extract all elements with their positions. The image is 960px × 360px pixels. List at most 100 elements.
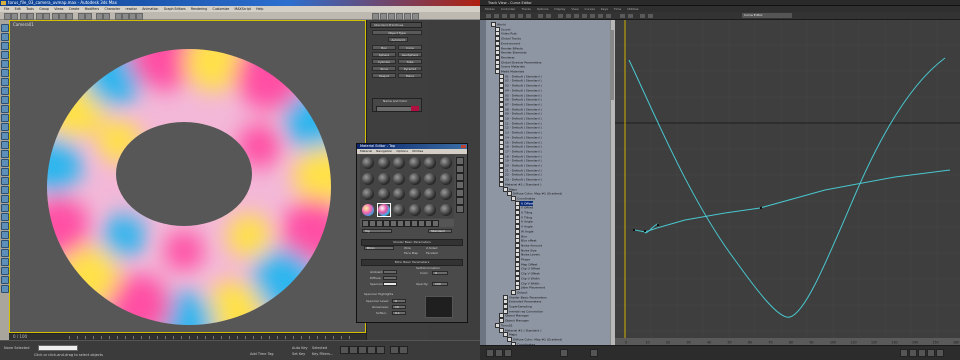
ce-menu-options[interactable]: Options [537, 7, 549, 11]
sample-slot[interactable] [362, 172, 374, 185]
self-illum-color-checkbox[interactable]: Color [420, 271, 428, 275]
parameter-out-of-range-icon[interactable] [640, 14, 645, 18]
menu-edit[interactable]: Edit [15, 7, 21, 11]
ce-menu-view[interactable]: View [571, 7, 578, 11]
torus-object[interactable] [44, 46, 334, 328]
tangent-fast-icon[interactable] [574, 14, 579, 18]
hierarchy-panel-icon[interactable] [388, 13, 395, 20]
two-sided-checkbox[interactable]: 2-Sided [426, 246, 437, 250]
select-icon[interactable] [36, 13, 43, 20]
key-stats-field[interactable] [560, 349, 568, 357]
show-end-result-icon[interactable] [418, 220, 425, 227]
tool-icon[interactable] [1, 69, 9, 77]
sample-slot[interactable] [408, 203, 421, 216]
track-bar[interactable] [69, 336, 356, 339]
curve-key[interactable] [644, 230, 646, 232]
mirror-icon[interactable] [96, 13, 103, 20]
tool-icon[interactable] [1, 195, 9, 203]
filter-selected-icon[interactable] [504, 349, 512, 357]
sample-slot[interactable] [424, 203, 436, 216]
specular-level-spinner[interactable]: 0 [392, 299, 406, 303]
sample-uv-tiling-icon[interactable] [456, 181, 464, 189]
go-forward-sibling-icon[interactable] [432, 220, 439, 227]
tool-icon[interactable] [1, 78, 9, 86]
close-icon[interactable] [461, 145, 466, 148]
tool-icon[interactable] [1, 123, 9, 131]
teapot-button[interactable]: Teapot [372, 73, 396, 78]
material-id-icon[interactable] [404, 220, 411, 227]
tool-icon[interactable] [1, 249, 9, 257]
tool-icon[interactable] [1, 276, 9, 284]
viewport-label[interactable]: Camera01 [13, 22, 34, 27]
filter-icon[interactable] [486, 14, 491, 18]
sample-slot[interactable] [439, 157, 452, 169]
ce-menu-modes[interactable]: Modes [485, 7, 495, 11]
cylinder-button[interactable]: Cylinder [372, 59, 396, 64]
menu-help[interactable]: Help [256, 7, 263, 11]
angle-snap-icon[interactable] [85, 13, 92, 20]
tool-icon[interactable] [1, 150, 9, 158]
sample-slot[interactable] [408, 172, 421, 185]
menu-create[interactable]: Create [69, 7, 80, 11]
tangent-step-icon[interactable] [590, 14, 595, 18]
slide-keys-icon[interactable] [502, 14, 507, 18]
lock-selection-icon[interactable] [620, 14, 625, 18]
scale-values-icon[interactable] [518, 14, 523, 18]
menu-file[interactable]: File [4, 7, 9, 11]
sample-slot[interactable] [377, 172, 390, 185]
sample-slot[interactable] [393, 203, 405, 216]
snap-frames-icon[interactable] [628, 14, 633, 18]
zoom-icon[interactable] [927, 349, 935, 357]
zoom-selected-icon[interactable] [486, 349, 494, 357]
self-illum-value-spinner[interactable]: 0 [432, 271, 448, 275]
menu-utilities[interactable]: Utilities [412, 149, 423, 153]
zoom-horizontal-extents-icon[interactable] [909, 349, 917, 357]
tangent-smooth-icon[interactable] [606, 14, 611, 18]
display-panel-icon[interactable] [404, 13, 411, 20]
ce-menu-time[interactable]: Time [614, 7, 621, 11]
reduce-keys-icon[interactable] [546, 14, 551, 18]
assign-material-icon[interactable] [376, 220, 383, 227]
sample-slot[interactable] [424, 188, 436, 200]
cone-button[interactable]: Cone [398, 45, 422, 50]
key-window[interactable] [615, 20, 960, 338]
tool-icon[interactable] [1, 285, 9, 293]
tool-icon[interactable] [1, 222, 9, 230]
time-ruler[interactable]: 0 10 20 30 40 50 60 70 80 90 100 110 120 130 140 150 160 [615, 338, 960, 345]
opacity-spinner[interactable]: 100 [432, 282, 448, 286]
ce-menu-utilities[interactable]: Utilities [627, 7, 638, 11]
tool-icon[interactable] [1, 42, 9, 50]
snap-icon[interactable] [78, 13, 85, 20]
put-to-scene-icon[interactable] [369, 220, 376, 227]
tool-icon[interactable] [1, 168, 9, 176]
key-value-field[interactable] [590, 349, 598, 357]
utilities-panel-icon[interactable] [412, 13, 419, 20]
move-keys-icon[interactable] [494, 14, 499, 18]
make-preview-icon[interactable] [456, 197, 464, 205]
sample-slot[interactable] [408, 157, 421, 169]
sample-slot[interactable] [424, 157, 436, 169]
zoom-value-extents-icon[interactable] [918, 349, 926, 357]
sample-slot[interactable] [408, 188, 421, 200]
ce-menu-display[interactable]: Display [554, 7, 565, 11]
motion-panel-icon[interactable] [396, 13, 403, 20]
sample-slot[interactable] [393, 172, 405, 185]
menu-character[interactable]: Character [104, 7, 120, 11]
get-material-icon[interactable] [362, 220, 369, 227]
options-icon[interactable] [456, 205, 464, 213]
menu-graph-editors[interactable]: Graph Editors [164, 7, 186, 11]
plane-button[interactable]: Plane [398, 73, 422, 78]
pan-icon[interactable] [900, 349, 908, 357]
tangent-slow-icon[interactable] [582, 14, 587, 18]
menu-customize[interactable]: Customize [212, 7, 229, 11]
align-icon[interactable] [103, 13, 110, 20]
tool-icon[interactable] [1, 87, 9, 95]
soften-spinner[interactable]: 0.1 [392, 311, 406, 315]
menu-material[interactable]: Material [360, 149, 372, 153]
material-name-field[interactable]: Top [362, 229, 392, 233]
menu-maxscript[interactable]: MAXScript [235, 7, 251, 11]
select-region-icon[interactable] [43, 13, 50, 20]
backlight-icon[interactable] [456, 165, 464, 173]
sphere-button[interactable]: Sphere [372, 52, 396, 57]
menu-modifiers[interactable]: Modifiers [85, 7, 100, 11]
